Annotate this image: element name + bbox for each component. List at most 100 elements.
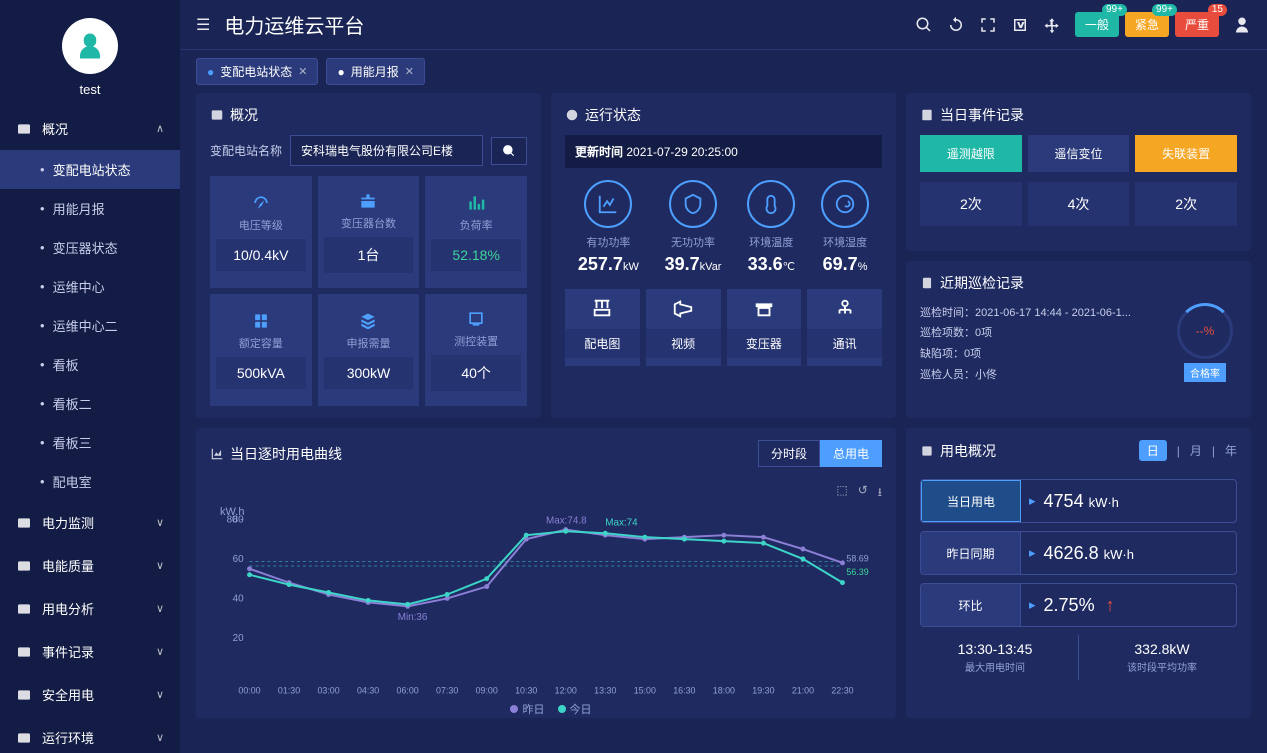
theme-icon[interactable] — [1043, 16, 1061, 34]
nav-group-2[interactable]: 电能质量∨ — [0, 544, 180, 587]
svg-text:40: 40 — [233, 593, 244, 604]
tool-refresh-icon[interactable]: ↺ — [858, 483, 868, 504]
usage-card[interactable]: 当日用电▸4754 kW·h — [920, 479, 1237, 523]
sidebar: test 概况∧变配电站状态用能月报变压器状态运维中心运维中心二看板看板二看板三… — [0, 0, 180, 753]
page-tab[interactable]: ● 变配电站状态 ✕ — [196, 58, 318, 85]
runtime-panel: 运行状态 更新时间 2021-07-29 20:25:00 有功功率257.7k… — [551, 93, 896, 418]
alert-pills: 一般99+紧急99+严重15 — [1075, 12, 1219, 37]
nav-group-1[interactable]: 电力监测∨ — [0, 501, 180, 544]
seg-hourly[interactable]: 分时段 — [758, 440, 820, 467]
nav-item[interactable]: 运维中心 — [0, 267, 180, 306]
avatar[interactable] — [62, 18, 118, 74]
events-icon — [920, 108, 934, 122]
page-tab[interactable]: ● 用能月报 ✕ — [326, 58, 424, 85]
runtime-button[interactable]: 视频 — [646, 289, 721, 366]
station-label: 变配电站名称 — [210, 142, 282, 159]
search-icon[interactable] — [915, 16, 933, 34]
chart-title: 当日逐时用电曲线 — [230, 444, 342, 464]
event-count: 2次 — [1135, 182, 1237, 226]
chart-segment: 分时段 总用电 — [758, 440, 882, 467]
event-count: 4次 — [1028, 182, 1130, 226]
inspection-panel: 近期巡检记录 巡检时间：2021-06-17 14:44 - 2021-06-1… — [906, 261, 1251, 419]
nav-group-3[interactable]: 用电分析∨ — [0, 587, 180, 630]
event-count: 2次 — [920, 182, 1022, 226]
nav-group-0[interactable]: 概况∧ — [0, 107, 180, 150]
nav-item[interactable]: 看板 — [0, 345, 180, 384]
nav-item[interactable]: 运维中心二 — [0, 306, 180, 345]
period-day[interactable]: 日 — [1139, 440, 1167, 461]
svg-text:Min:36: Min:36 — [398, 612, 428, 623]
topbar: ☰ 电力运维云平台 一般99+紧急99+严重15 — [180, 0, 1267, 50]
line-chart: 2040608080 -58.6956.3900:0001:3003:0004:… — [210, 508, 882, 699]
svg-text:56.39: 56.39 — [846, 567, 868, 577]
nav-group-6[interactable]: 运行环境∨ — [0, 716, 180, 753]
tool-data-icon[interactable]: ⬚ — [836, 483, 847, 504]
inspection-title: 近期巡检记录 — [940, 273, 1024, 293]
overview-icon — [210, 108, 224, 122]
event-tab[interactable]: 遥测越限 — [920, 135, 1022, 172]
period-month[interactable]: 月 — [1190, 442, 1202, 459]
period-year[interactable]: 年 — [1225, 442, 1237, 459]
user-icon[interactable] — [1233, 16, 1251, 34]
refresh-icon[interactable] — [947, 16, 965, 34]
svg-text:19:30: 19:30 — [752, 685, 774, 695]
svg-text:06:00: 06:00 — [397, 685, 419, 695]
alert-一般[interactable]: 一般99+ — [1075, 12, 1119, 37]
overview-card: 申报需量300kW — [318, 294, 420, 406]
events-title: 当日事件记录 — [940, 105, 1024, 125]
svg-text:01:30: 01:30 — [278, 685, 300, 695]
svg-text:15:00: 15:00 — [634, 685, 656, 695]
nav-group-5[interactable]: 安全用电∨ — [0, 673, 180, 716]
inspection-gauge: --% 合格率 — [1173, 303, 1237, 387]
nav: 概况∧变配电站状态用能月报变压器状态运维中心运维中心二看板看板二看板三配电室电力… — [0, 107, 180, 753]
usage-card[interactable]: 昨日同期▸4626.8 kW·h — [920, 531, 1237, 575]
svg-text:22:30: 22:30 — [831, 685, 853, 695]
user-profile: test — [0, 0, 180, 107]
nav-item[interactable]: 变压器状态 — [0, 228, 180, 267]
nav-item[interactable]: 用能月报 — [0, 189, 180, 228]
peak-time: 13:30-13:45 最大用电时间 — [920, 635, 1070, 680]
chart-icon — [210, 447, 224, 461]
nav-item[interactable]: 配电室 — [0, 462, 180, 501]
event-tab[interactable]: 失联装置 — [1135, 135, 1237, 172]
menu-toggle-icon[interactable]: ☰ — [196, 15, 210, 35]
nav-group-4[interactable]: 事件记录∨ — [0, 630, 180, 673]
language-icon[interactable] — [1011, 16, 1029, 34]
station-search-button[interactable] — [491, 137, 527, 165]
peak-power: 332.8kW 该时段平均功率 — [1087, 635, 1237, 680]
svg-text:07:30: 07:30 — [436, 685, 458, 695]
usage-card[interactable]: 环比▸2.75% ↑ — [920, 583, 1237, 627]
svg-text:04:30: 04:30 — [357, 685, 379, 695]
overview-card: 电压等级10/0.4kV — [210, 176, 312, 288]
update-time-bar: 更新时间 2021-07-29 20:25:00 — [565, 135, 882, 168]
username: test — [0, 82, 180, 97]
svg-text:00:00: 00:00 — [238, 685, 260, 695]
runtime-gauge: 环境湿度69.7% — [821, 180, 869, 275]
fullscreen-icon[interactable] — [979, 16, 997, 34]
runtime-button[interactable]: 配电图 — [565, 289, 640, 366]
runtime-button[interactable]: 通讯 — [807, 289, 882, 366]
svg-text:03:00: 03:00 — [317, 685, 339, 695]
inspection-info: 巡检时间：2021-06-17 14:44 - 2021-06-1... 巡检项… — [920, 303, 1163, 387]
seg-total[interactable]: 总用电 — [820, 440, 882, 467]
close-icon[interactable]: ✕ — [405, 65, 414, 78]
nav-item[interactable]: 看板二 — [0, 384, 180, 423]
runtime-button[interactable]: 变压器 — [727, 289, 802, 366]
svg-text:60: 60 — [233, 554, 244, 565]
overview-title: 概况 — [230, 105, 258, 125]
usage-panel: 用电概况 日| 月| 年 当日用电▸4754 kW·h昨日同期▸4626.8 k… — [906, 428, 1251, 718]
nav-item[interactable]: 变配电站状态 — [0, 150, 180, 189]
svg-text:21:00: 21:00 — [792, 685, 814, 695]
tool-download-icon[interactable]: ⭳ — [878, 483, 882, 504]
alert-严重[interactable]: 严重15 — [1175, 12, 1219, 37]
chart-panel: 当日逐时用电曲线 分时段 总用电 ⬚ ↺ ⭳ kW.h 2040608080 -… — [196, 428, 896, 718]
alert-紧急[interactable]: 紧急99+ — [1125, 12, 1169, 37]
overview-card: 变压器台数1台 — [318, 176, 420, 288]
event-tab[interactable]: 遥信变位 — [1028, 135, 1130, 172]
close-icon[interactable]: ✕ — [298, 65, 307, 78]
chart-y-label: kW.h — [220, 506, 244, 518]
nav-item[interactable]: 看板三 — [0, 423, 180, 462]
station-select[interactable]: 安科瑞电气股份有限公司E楼 — [290, 135, 483, 166]
svg-text:12:00: 12:00 — [555, 685, 577, 695]
period-selector: 日| 月| 年 — [1139, 440, 1237, 461]
